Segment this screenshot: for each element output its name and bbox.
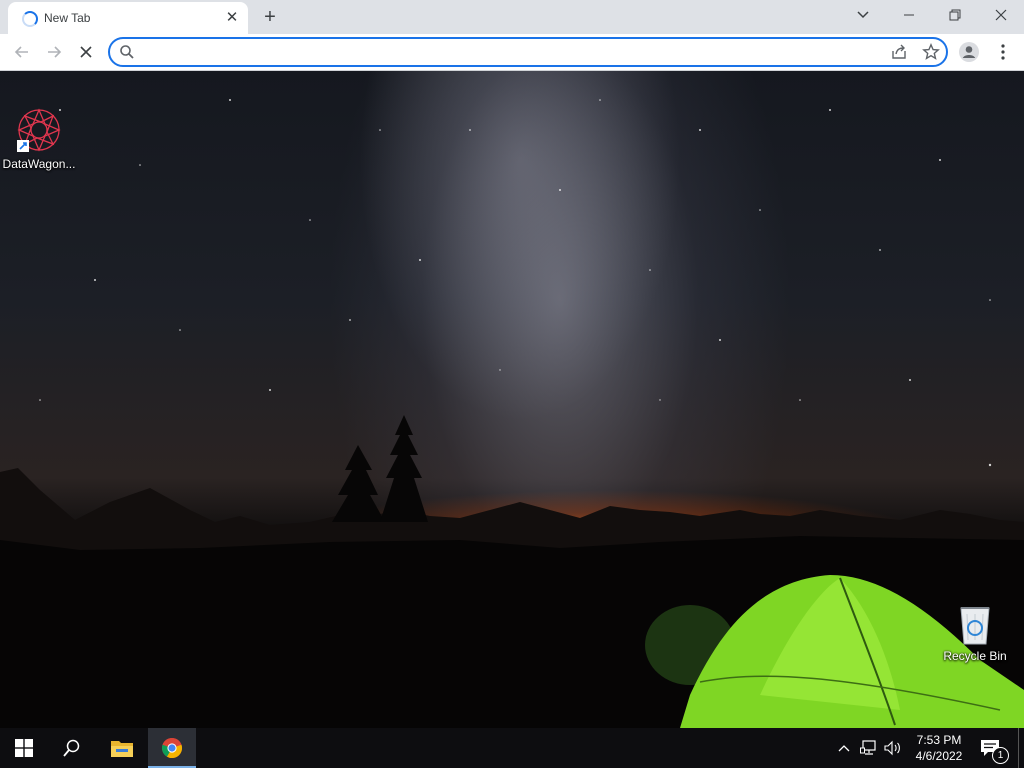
minimize-button[interactable] xyxy=(886,0,932,30)
desktop-icon-datawagon[interactable]: DataWagon... xyxy=(2,106,76,171)
arrow-left-icon xyxy=(14,46,28,58)
start-button[interactable] xyxy=(0,728,48,768)
browser-toolbar xyxy=(0,34,1024,71)
desktop-icon-label: DataWagon... xyxy=(2,157,76,171)
wallpaper-scene xyxy=(0,99,1024,728)
share-icon[interactable] xyxy=(890,43,908,61)
loading-spinner-icon xyxy=(22,11,38,27)
search-icon xyxy=(63,739,80,757)
chevron-down-icon xyxy=(857,11,869,19)
minimize-icon xyxy=(904,14,914,16)
tab-search-button[interactable] xyxy=(840,0,886,30)
stop-loading-button[interactable] xyxy=(73,39,99,65)
avatar-icon xyxy=(959,42,979,62)
taskbar: 7:53 PM 4/6/2022 1 xyxy=(0,728,1024,768)
address-input[interactable] xyxy=(140,42,874,64)
recycle-bin-icon xyxy=(960,607,990,645)
close-icon xyxy=(80,46,92,58)
folder-icon xyxy=(111,741,133,757)
taskbar-clock[interactable]: 7:53 PM 4/6/2022 xyxy=(905,732,973,764)
show-desktop-button[interactable] xyxy=(1018,728,1024,768)
desktop-icon-label: Recycle Bin xyxy=(943,649,1007,663)
desktop-wallpaper xyxy=(0,70,1024,728)
bookmark-star-icon[interactable] xyxy=(922,43,940,61)
tab-title: New Tab xyxy=(44,11,91,25)
restore-button[interactable] xyxy=(932,0,978,30)
network-icon xyxy=(860,740,876,755)
speaker-icon xyxy=(884,740,900,756)
chrome-button[interactable] xyxy=(148,728,196,768)
clock-date: 4/6/2022 xyxy=(915,749,963,763)
network-button[interactable] xyxy=(860,728,882,768)
close-icon xyxy=(995,9,1007,21)
datawagon-app-icon xyxy=(17,108,61,152)
close-window-button[interactable] xyxy=(978,0,1024,30)
search-button[interactable] xyxy=(48,728,96,768)
notification-count-badge: 1 xyxy=(992,747,1009,764)
forward-button[interactable] xyxy=(41,39,67,65)
pine-trees xyxy=(332,415,428,522)
search-icon xyxy=(120,45,134,59)
desktop-icon-recycle-bin[interactable]: Recycle Bin xyxy=(940,602,1010,663)
file-explorer-button[interactable] xyxy=(98,728,146,768)
arrow-right-icon xyxy=(48,46,62,58)
tab-close-button[interactable]: ✕ xyxy=(222,8,242,28)
clock-time: 7:53 PM xyxy=(916,733,962,747)
show-hidden-icons-button[interactable] xyxy=(838,728,856,768)
restore-icon xyxy=(949,9,961,21)
stars xyxy=(39,99,992,467)
chrome-icon xyxy=(161,738,183,759)
windows-logo-icon xyxy=(15,739,33,757)
notifications-button[interactable]: 1 xyxy=(980,728,1009,768)
tab-strip: New Tab ✕ + xyxy=(0,0,1024,34)
new-tab-button[interactable]: + xyxy=(258,5,282,29)
back-button[interactable] xyxy=(9,39,35,65)
kebab-menu-icon xyxy=(1001,44,1005,60)
tab-new-tab[interactable]: New Tab ✕ xyxy=(8,2,248,34)
omnibox[interactable] xyxy=(108,37,948,67)
menu-button[interactable] xyxy=(990,39,1016,65)
profile-button[interactable] xyxy=(956,39,982,65)
chevron-up-icon xyxy=(838,745,850,752)
volume-button[interactable] xyxy=(884,728,906,768)
